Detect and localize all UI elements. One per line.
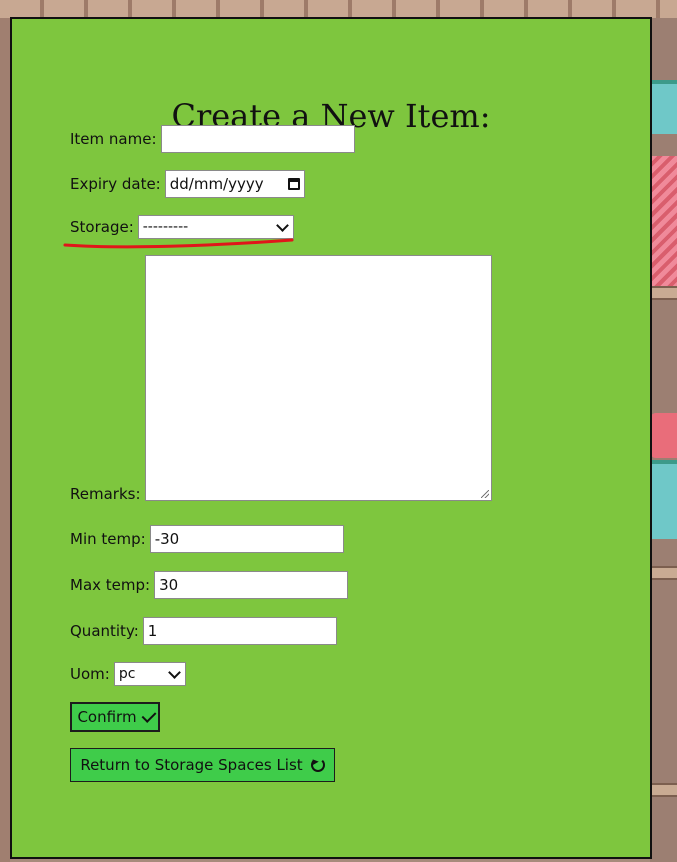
uom-label: Uom:	[70, 665, 110, 683]
expiry-date-placeholder: dd/mm/yyyy	[169, 175, 264, 193]
confirm-button[interactable]: Confirm	[70, 702, 160, 732]
max-temp-input[interactable]: 30	[154, 571, 349, 599]
expiry-date-input[interactable]: dd/mm/yyyy	[164, 170, 305, 198]
min-temp-input[interactable]: -30	[149, 525, 344, 553]
min-temp-label: Min temp:	[70, 530, 146, 548]
confirm-label: Confirm	[77, 708, 137, 726]
max-temp-label: Max temp:	[70, 576, 151, 594]
chevron-down-icon	[167, 665, 181, 679]
storage-row: Storage: ---------	[70, 215, 294, 239]
background-top	[0, 0, 677, 18]
item-name-input[interactable]	[160, 125, 355, 153]
checkmark-icon	[141, 707, 156, 723]
jar-decoration	[652, 80, 677, 134]
quantity-row: Quantity: 1	[70, 617, 337, 645]
create-item-form: Create a New Item: Item name: Expiry dat…	[10, 17, 652, 859]
storage-select[interactable]: ---------	[137, 215, 294, 239]
background-right	[650, 18, 677, 862]
undo-icon	[310, 758, 325, 772]
storage-label: Storage:	[70, 218, 134, 236]
uom-row: Uom: pc	[70, 662, 186, 686]
calendar-icon[interactable]	[287, 178, 300, 190]
return-label: Return to Storage Spaces List	[80, 756, 303, 774]
uom-select[interactable]: pc	[113, 662, 186, 686]
remarks-label: Remarks:	[70, 485, 141, 503]
jar-decoration	[652, 460, 677, 539]
min-temp-row: Min temp: -30	[70, 525, 344, 553]
remarks-textarea[interactable]	[144, 255, 492, 501]
uom-selected-value: pc	[118, 666, 136, 682]
storage-selected-value: ---------	[142, 219, 189, 235]
shelf-decoration	[650, 286, 677, 300]
chevron-down-icon	[275, 218, 289, 232]
background-left	[0, 18, 10, 862]
shelf-decoration	[650, 566, 677, 580]
max-temp-row: Max temp: 30	[70, 571, 349, 599]
shelf-decoration	[650, 783, 677, 797]
pink-decoration	[650, 156, 677, 286]
remarks-row: Remarks:	[70, 255, 492, 503]
item-name-row: Item name:	[70, 125, 355, 153]
quantity-label: Quantity:	[70, 622, 139, 640]
expiry-date-label: Expiry date:	[70, 175, 161, 193]
red-annotation-underline	[63, 238, 294, 249]
expiry-date-row: Expiry date: dd/mm/yyyy	[70, 170, 305, 198]
quantity-input[interactable]: 1	[142, 617, 337, 645]
return-to-storage-list-button[interactable]: Return to Storage Spaces List	[70, 748, 335, 782]
pink-decoration	[650, 413, 677, 458]
resize-handle-icon[interactable]	[480, 490, 489, 498]
item-name-label: Item name:	[70, 130, 157, 148]
